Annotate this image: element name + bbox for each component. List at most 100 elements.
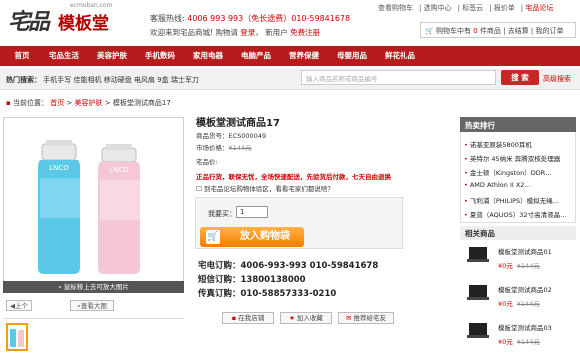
quantity-input[interactable]: 1 <box>236 206 268 218</box>
related-price: ¥0元 ¥144元 <box>498 336 540 346</box>
bullet-icon: • <box>464 155 468 163</box>
bullet-icon: • <box>464 181 468 189</box>
related-price: ¥0元 ¥144元 <box>498 260 540 270</box>
related-thumbnail[interactable] <box>466 283 490 303</box>
my-orders-link[interactable]: 我的订单 <box>536 27 564 35</box>
ranking-item[interactable]: • AMD Athlon II X2… <box>464 181 574 189</box>
breadcrumb-current: 模板堂测试商品17 <box>112 99 171 107</box>
laptop-image <box>467 285 489 300</box>
view-large-button[interactable]: ⌕查看大图 <box>70 300 114 311</box>
top-links: 查看购物车 | 选购中心 | 标签云 | 报价单 | 宅品论坛 <box>378 4 554 12</box>
share-icon: ✉ <box>346 314 352 322</box>
related-old-price: ¥144元 <box>516 262 540 270</box>
toplink-shopping-center[interactable]: 选购中心 <box>424 4 452 12</box>
toplink-forum[interactable]: 宅品论坛 <box>525 4 553 12</box>
product-image[interactable]: LNCO LNCO <box>3 117 184 293</box>
prev-product-button[interactable]: ◀上个 <box>6 300 32 311</box>
search-input[interactable]: 输入商品名称或商品编号 <box>301 70 496 85</box>
view-large-label: 查看大图 <box>80 302 107 310</box>
cart-count: 0 <box>473 27 478 35</box>
cart-icon: 🛒 <box>425 27 434 35</box>
tel-order: 宅电订购：4006-993-993 010-59841678 <box>198 261 379 271</box>
hot-keyword[interactable]: 手机手写 <box>43 76 71 84</box>
hot-keyword[interactable]: 佳能相机 <box>73 76 101 84</box>
toplink-view-cart[interactable]: 查看购物车 <box>378 4 413 12</box>
nav-item-flowers[interactable]: 鲜花礼品 <box>378 46 422 66</box>
hotline-label: 客服热线: <box>150 14 185 23</box>
related-thumbnail[interactable] <box>466 245 490 265</box>
hot-keyword[interactable]: 9盒 <box>157 76 168 84</box>
nav-item-baby[interactable]: 母婴用品 <box>330 46 374 66</box>
related-name[interactable]: 模板堂测试商品03 <box>498 322 552 332</box>
zoom-tip-text: 鼠标移上去可放大图片 <box>63 283 129 291</box>
checkout-link[interactable]: 去结算 <box>508 27 529 35</box>
ranking-item-label: 诺基亚原装5800耳机 <box>469 141 532 149</box>
thumbnail-image <box>10 329 24 347</box>
nav-item-home[interactable]: 首页 <box>6 46 38 66</box>
search-button[interactable]: 搜 索 <box>501 70 539 85</box>
recommend-button[interactable]: ✉ 推荐给宅友 <box>338 312 394 324</box>
related-price: ¥0元 ¥144元 <box>498 298 540 308</box>
thumbnail-strip <box>3 318 184 356</box>
new-user-label: 新用户 <box>265 28 288 37</box>
hot-keyword[interactable]: 瑞士军刀 <box>171 76 199 84</box>
forum-text: 到宅品论坛购物体验区，看看宅家们都说啥？ <box>203 185 334 193</box>
hotline-value: 4006 993 993（免长途费）010-59841678 <box>187 14 351 23</box>
toplink-quote[interactable]: 报价单 <box>494 4 515 12</box>
toplink-tag-cloud[interactable]: 标签云 <box>462 4 483 12</box>
nav-item-life[interactable]: 宅品生活 <box>42 46 86 66</box>
ranking-item[interactable]: • 金士顿（Kingston）DDR… <box>464 167 574 177</box>
nav-item-beauty[interactable]: 美容护肤 <box>90 46 134 66</box>
logo-domain: ecmoban.com <box>70 2 113 9</box>
nav-item-appliance[interactable]: 家用电器 <box>186 46 230 66</box>
breadcrumb-category[interactable]: 美容护肤 <box>75 99 103 107</box>
main-nav: 首页 宅品生活 美容护肤 手机数码 家用电器 电脑产品 营养保健 母婴用品 鲜花… <box>0 46 580 66</box>
product-title: 模板堂测试商品17 <box>196 118 280 129</box>
add-to-cart-label: 放入购物袋 <box>240 231 290 242</box>
forum-link[interactable]: ☐ 到宅品论坛购物体验区，看看宅家们都说啥？ <box>196 183 334 193</box>
register-link[interactable]: 免费注册 <box>290 28 320 37</box>
bullet-icon: • <box>464 197 468 205</box>
login-link[interactable]: 登录 <box>240 28 255 37</box>
nav-item-digital[interactable]: 手机数码 <box>138 46 182 66</box>
shop-price-label: 宅品价: <box>196 158 218 166</box>
related-thumbnail[interactable] <box>466 321 490 341</box>
breadcrumb-label: 当前位置： <box>12 99 48 107</box>
bullet-icon: • <box>464 141 468 149</box>
ranking-item[interactable]: • 诺基亚原装5800耳机 <box>464 139 574 149</box>
hot-search-label: 热门搜索： <box>6 76 41 84</box>
hot-search: 热门搜索： 手机手写 佳能相机 移动硬盘 电风扇 9盒 瑞士军刀 <box>6 75 199 85</box>
checkbox-icon: ☐ <box>196 185 202 193</box>
svg-text:LNCO: LNCO <box>109 166 129 174</box>
related-price-value: ¥0元 <box>498 338 513 346</box>
hot-keyword[interactable]: 电风扇 <box>134 76 155 84</box>
logo-text-zhaipin: 宅品 <box>8 9 50 35</box>
bullet-icon: • <box>464 169 468 177</box>
ranking-item[interactable]: • 夏普（AQUOS）32寸高清液晶… <box>464 209 574 219</box>
magnifier-icon: ⌕ <box>58 283 62 291</box>
my-shop-button[interactable]: ▪ 在我店铺 <box>222 312 274 324</box>
breadcrumb-home[interactable]: 首页 <box>50 99 64 107</box>
nav-item-health[interactable]: 营养保健 <box>282 46 326 66</box>
site-logo[interactable]: 宅品 ecmoban.com 模板堂 <box>8 2 136 40</box>
thumbnail[interactable] <box>6 323 28 351</box>
my-shop-label: 在我店铺 <box>238 314 265 322</box>
ranking-item[interactable]: • 英特尔 45纳米 奔腾双核处理器 <box>464 153 574 163</box>
add-to-cart-button[interactable]: 🛒 放入购物袋 <box>200 227 304 247</box>
quantity-label: 我要买： <box>208 210 236 218</box>
zoom-tip: ⌕ 鼠标移上去可放大图片 <box>3 281 184 293</box>
nav-item-computer[interactable]: 电脑产品 <box>234 46 278 66</box>
ranking-item[interactable]: • 飞利浦（PHILIPS）模拟无绳… <box>464 195 574 205</box>
welcome-text: 欢迎来到宅品商城! <box>150 28 214 37</box>
product-sn-row: 商品货号：ECS000049 <box>196 130 266 140</box>
related-name[interactable]: 模板堂测试商品02 <box>498 284 552 294</box>
related-title: 相关商品 <box>460 226 576 240</box>
mini-cart[interactable]: 🛒 购物车中有 0 件商品 | 去结算 | 我的订单 <box>420 22 576 38</box>
svg-text:LNCO: LNCO <box>49 164 69 172</box>
sn-value: ECS000049 <box>228 132 267 140</box>
cart-icon: 🛒 <box>206 230 220 244</box>
add-favorite-button[interactable]: ★ 加入收藏 <box>280 312 332 324</box>
advanced-search-link[interactable]: 高级搜索 <box>543 74 571 84</box>
hot-keyword[interactable]: 移动硬盘 <box>104 76 132 84</box>
related-name[interactable]: 模板堂测试商品01 <box>498 246 552 256</box>
